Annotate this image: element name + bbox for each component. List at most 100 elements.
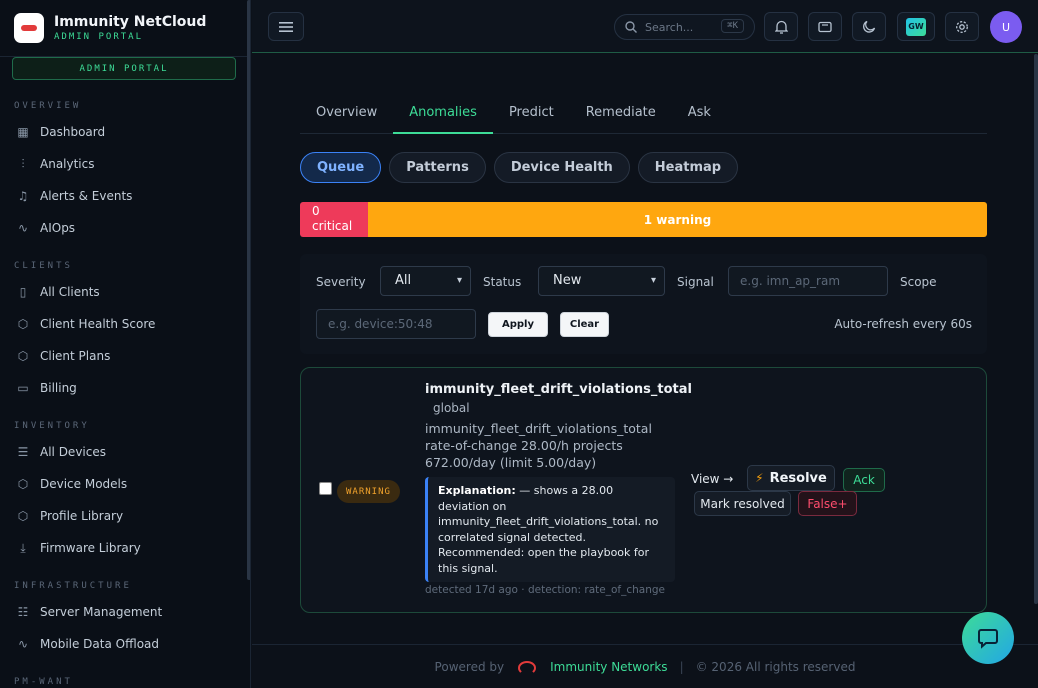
settings-button[interactable] [945, 12, 979, 41]
auto-refresh-note: Auto-refresh every 60s [834, 317, 972, 331]
status-select-value: New [553, 273, 582, 288]
sidebar-item-client-health[interactable]: ⬡ Client Health Score [0, 308, 247, 340]
brand-header[interactable]: Immunity NetCloud ADMIN PORTAL [0, 0, 250, 57]
sidebar-item-label: Client Health Score [40, 317, 156, 331]
subtab-heatmap[interactable]: Heatmap [637, 152, 739, 183]
bell-icon [774, 20, 788, 34]
topbar: Search... ⌘K GW U [252, 0, 1038, 53]
ticket-icon [818, 21, 832, 32]
sidebar-item-label: Dashboard [40, 125, 106, 139]
brand-logo-icon [14, 13, 44, 43]
footer-separator: | [679, 659, 684, 674]
sidebar-item-server-management[interactable]: ☷ Server Management [0, 596, 247, 628]
download-icon: ⤓ [20, 540, 26, 555]
sidebar-item-label: Profile Library [40, 509, 124, 523]
sidebar-nav: OVERVIEW ▦ Dashboard ⫶ Analytics ♫ Alerts &… [0, 96, 247, 688]
sidebar-item-mobile-data-offload[interactable]: ∿ Mobile Data Offload [0, 628, 247, 660]
search-input[interactable]: Search... ⌘K [614, 14, 755, 40]
stack-icon: ☰ [17, 445, 29, 459]
clear-button[interactable]: Clear [560, 312, 609, 337]
anomaly-card: WARNING immunity_fleet_drift_violations_… [300, 367, 987, 613]
brand-title: Immunity NetCloud [54, 13, 207, 30]
sidebar-item-dashboard[interactable]: ▦ Dashboard [0, 116, 247, 148]
sidebar-item-client-plans[interactable]: ⬡ Client Plans [0, 340, 247, 372]
false-positive-button[interactable]: False+ [798, 491, 857, 516]
nav-section-title: INVENTORY [14, 421, 90, 431]
sidebar-item-label: Mobile Data Offload [40, 637, 160, 651]
nav-section-title: OVERVIEW [14, 101, 82, 111]
bell-icon: ♫ [17, 189, 29, 203]
sidebar-item-firmware-library[interactable]: ⤓ Firmware Library [0, 532, 247, 564]
tab-remediate[interactable]: Remediate [570, 94, 672, 134]
severity-select-value: All [395, 273, 412, 288]
sidebar-item-label: Billing [40, 381, 77, 395]
shield-icon: ⬡ [17, 477, 29, 491]
hamburger-icon [279, 21, 293, 32]
sidebar-item-aiops[interactable]: ∿ AIOps [0, 212, 247, 244]
nav-section-title: PM-WANT [14, 677, 73, 687]
severity-select[interactable]: All ▾ [380, 266, 471, 296]
search-shortcut: ⌘K [721, 19, 744, 33]
pulse-icon: ∿ [17, 637, 29, 651]
warning-count-segment[interactable]: 1 warning [368, 202, 987, 237]
sidebar-item-alerts[interactable]: ♫ Alerts & Events [0, 180, 247, 212]
resolve-button[interactable]: ⚡ Resolve [747, 465, 835, 491]
tab-anomalies[interactable]: Anomalies [393, 94, 493, 134]
notifications-button[interactable] [764, 12, 798, 41]
sidebar-scrollbar[interactable] [247, 0, 250, 580]
tab-overview[interactable]: Overview [300, 94, 393, 134]
user-avatar[interactable]: U [990, 11, 1022, 43]
main-content: Overview Anomalies Predict Remediate Ask… [252, 54, 1034, 644]
severity-badge: WARNING [337, 480, 400, 503]
explanation-text: — shows a 28.00 deviation on immunity_fl… [438, 484, 659, 575]
sidebar-item-device-models[interactable]: ⬡ Device Models [0, 468, 247, 500]
view-link[interactable]: View → [691, 472, 733, 486]
tab-ask[interactable]: Ask [672, 94, 727, 134]
menu-toggle-button[interactable] [268, 12, 304, 41]
primary-tabs: Overview Anomalies Predict Remediate Ask [300, 94, 987, 134]
nav-section-title: CLIENTS [14, 261, 73, 271]
gateway-button[interactable]: GW [897, 12, 935, 41]
copyright-text: © 2026 All rights reserved [695, 659, 856, 674]
status-select[interactable]: New ▾ [538, 266, 665, 296]
chevron-down-icon: ▾ [456, 275, 462, 286]
theme-toggle-button[interactable] [852, 12, 886, 41]
signal-input[interactable]: e.g. imn_ap_ram [728, 266, 888, 296]
secondary-tabs: Queue Patterns Device Health Heatmap [300, 152, 746, 183]
chevron-down-icon: ▾ [650, 275, 656, 286]
resolve-label: Resolve [769, 470, 827, 486]
apply-button[interactable]: Apply [488, 312, 548, 337]
shield-icon: ⬡ [17, 349, 29, 363]
moon-icon [862, 20, 875, 33]
sidebar-item-label: Server Management [40, 605, 163, 619]
sidebar-item-all-devices[interactable]: ☰ All Devices [0, 436, 247, 468]
sidebar-item-analytics[interactable]: ⫶ Analytics [0, 148, 247, 180]
tab-predict[interactable]: Predict [493, 94, 570, 134]
pulse-icon: ∿ [17, 221, 29, 235]
sidebar-item-label: All Devices [40, 445, 106, 459]
company-logo-icon [516, 659, 542, 675]
gear-icon [956, 20, 968, 33]
chat-button[interactable] [962, 612, 1014, 664]
sidebar-item-profile-library[interactable]: ⬡ Profile Library [0, 500, 247, 532]
critical-count-segment[interactable]: 0 critical [300, 202, 368, 237]
brand-subtitle: ADMIN PORTAL [54, 31, 144, 42]
mark-resolved-button[interactable]: Mark resolved [694, 491, 791, 516]
subtab-queue[interactable]: Queue [300, 152, 382, 183]
tickets-button[interactable] [808, 12, 842, 41]
filters-panel: Severity All ▾ Status New ▾ Signal e.g. … [300, 254, 987, 354]
footer-brand-link[interactable]: Immunity Networks [550, 660, 667, 674]
main-scrollbar[interactable] [1034, 54, 1038, 604]
sidebar-item-label: Analytics [40, 157, 95, 171]
sidebar-item-billing[interactable]: ▭ Billing [0, 372, 247, 404]
subtab-device-health[interactable]: Device Health [493, 152, 630, 183]
subtab-patterns[interactable]: Patterns [389, 152, 486, 183]
ack-button[interactable]: Ack [843, 468, 885, 492]
search-placeholder: Search... [645, 20, 694, 34]
select-checkbox[interactable] [319, 482, 332, 495]
card-icon: ▭ [17, 381, 29, 395]
sidebar-item-all-clients[interactable]: ▯ All Clients [0, 276, 247, 308]
scope-input[interactable]: e.g. device:50:48 [316, 309, 476, 339]
sidebar-item-label: Firmware Library [40, 541, 141, 555]
chat-bubble-icon [978, 629, 998, 649]
